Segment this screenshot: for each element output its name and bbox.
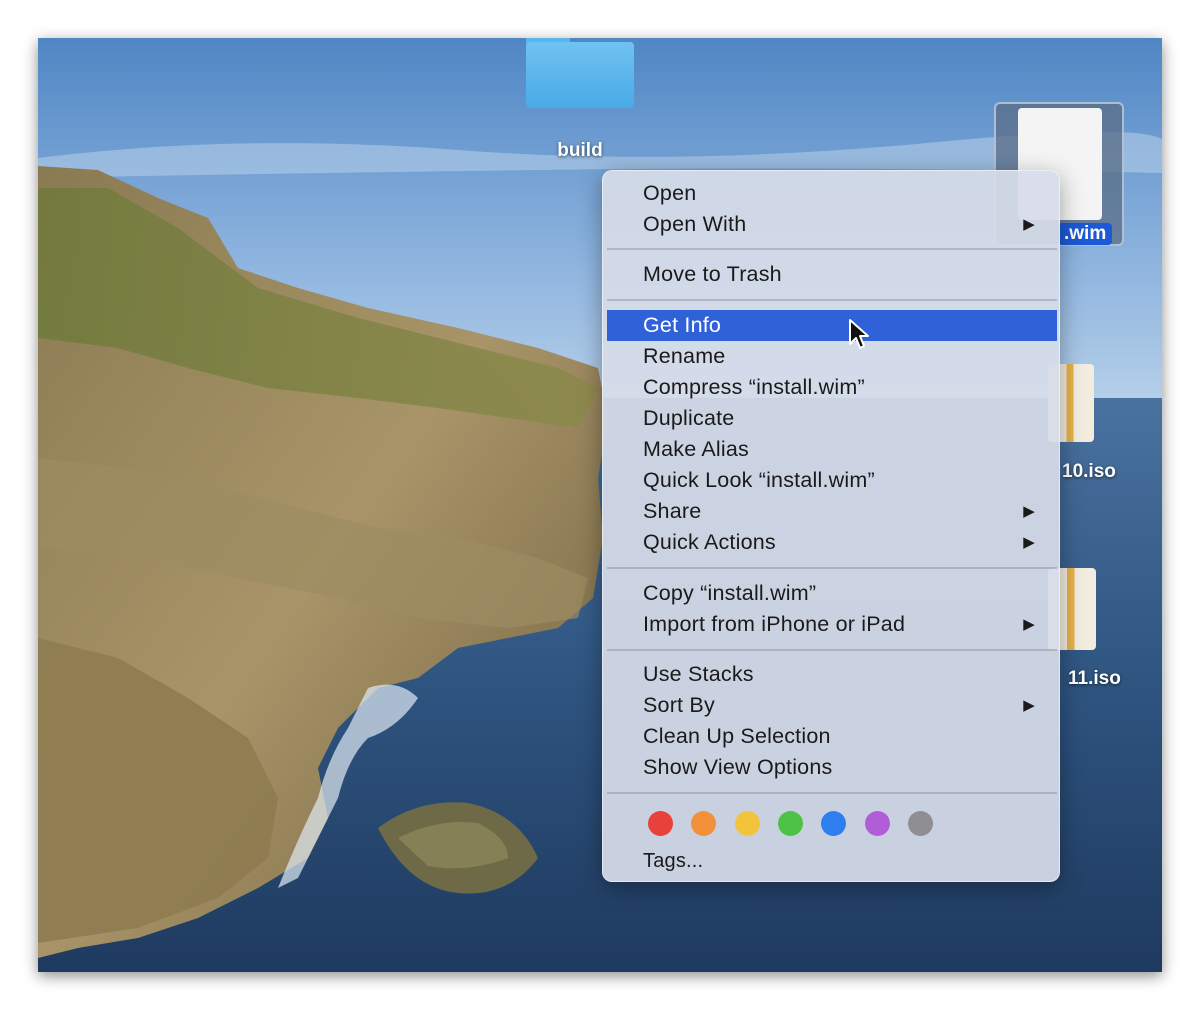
tag-purple[interactable] [865, 811, 890, 836]
desktop-folder-build[interactable]: build [526, 38, 634, 168]
menu-item-import-from-iphone[interactable]: Import from iPhone or iPad ▶ [607, 609, 1057, 640]
menu-item-clean-up-selection[interactable]: Clean Up Selection [607, 721, 1057, 752]
menu-item-label: Clean Up Selection [643, 724, 831, 748]
menu-item-show-view-options[interactable]: Show View Options [607, 752, 1057, 783]
chevron-right-icon: ▶ [1023, 534, 1035, 551]
menu-item-label: Compress “install.wim” [643, 375, 865, 399]
tag-blue[interactable] [821, 811, 846, 836]
menu-separator [607, 792, 1057, 794]
desktop-item-label: build [557, 140, 603, 161]
menu-item-compress[interactable]: Compress “install.wim” [607, 372, 1057, 403]
menu-item-quick-actions[interactable]: Quick Actions ▶ [607, 527, 1057, 558]
folder-icon [526, 38, 634, 112]
menu-item-open[interactable]: Open [607, 178, 1057, 209]
menu-item-label: Show View Options [643, 755, 833, 779]
menu-item-use-stacks[interactable]: Use Stacks [607, 659, 1057, 690]
arrow-cursor-icon [849, 319, 869, 349]
menu-item-label: Use Stacks [643, 662, 754, 686]
menu-separator [607, 649, 1057, 651]
tag-green[interactable] [778, 811, 803, 836]
menu-separator [607, 299, 1057, 301]
menu-item-label: Sort By [643, 693, 715, 717]
desktop-item-label: 10.iso [1062, 461, 1116, 482]
menu-item-copy[interactable]: Copy “install.wim” [607, 578, 1057, 609]
menu-separator [607, 248, 1057, 250]
menu-item-label: Duplicate [643, 406, 735, 430]
menu-separator [607, 567, 1057, 569]
menu-item-label: Get Info [643, 313, 722, 337]
tag-orange[interactable] [691, 811, 716, 836]
chevron-right-icon: ▶ [1023, 503, 1035, 520]
menu-item-label: Open [643, 181, 697, 205]
menu-item-quick-look[interactable]: Quick Look “install.wim” [607, 465, 1057, 496]
tag-yellow[interactable] [735, 811, 760, 836]
tag-red[interactable] [648, 811, 673, 836]
menu-item-label: Tags... [643, 850, 704, 872]
menu-item-label: Rename [643, 344, 726, 368]
chevron-right-icon: ▶ [1023, 616, 1035, 633]
menu-item-label: Open With [643, 212, 747, 236]
menu-item-label: Share [643, 499, 702, 523]
menu-item-make-alias[interactable]: Make Alias [607, 434, 1057, 465]
menu-item-open-with[interactable]: Open With ▶ [607, 209, 1057, 240]
tag-gray[interactable] [908, 811, 933, 836]
menu-item-label: Quick Actions [643, 530, 776, 554]
context-menu: Open Open With ▶ Move to Trash Get Info R… [602, 170, 1060, 882]
menu-item-label: Copy “install.wim” [643, 581, 817, 605]
chevron-right-icon: ▶ [1023, 697, 1035, 714]
menu-item-move-to-trash[interactable]: Move to Trash [607, 259, 1057, 290]
chevron-right-icon: ▶ [1023, 216, 1035, 233]
menu-item-duplicate[interactable]: Duplicate [607, 403, 1057, 434]
menu-item-label: Move to Trash [643, 262, 782, 286]
menu-item-label: Import from iPhone or iPad [643, 612, 906, 636]
menu-item-get-info[interactable]: Get Info [607, 310, 1057, 341]
desktop-item-label: 11.iso [1068, 668, 1121, 689]
menu-item-rename[interactable]: Rename [607, 341, 1057, 372]
desktop-item-label-selected: .wim [1058, 223, 1113, 245]
menu-item-tags[interactable]: Tags... [607, 846, 1057, 877]
desktop-file-iso-10[interactable]: 10.iso [1048, 358, 1148, 488]
menu-item-label: Make Alias [643, 437, 749, 461]
menu-item-label: Quick Look “install.wim” [643, 468, 875, 492]
menu-item-sort-by[interactable]: Sort By ▶ [607, 690, 1057, 721]
desktop-file-iso-11[interactable]: 11.iso [1048, 562, 1148, 692]
menu-item-share[interactable]: Share ▶ [607, 496, 1057, 527]
